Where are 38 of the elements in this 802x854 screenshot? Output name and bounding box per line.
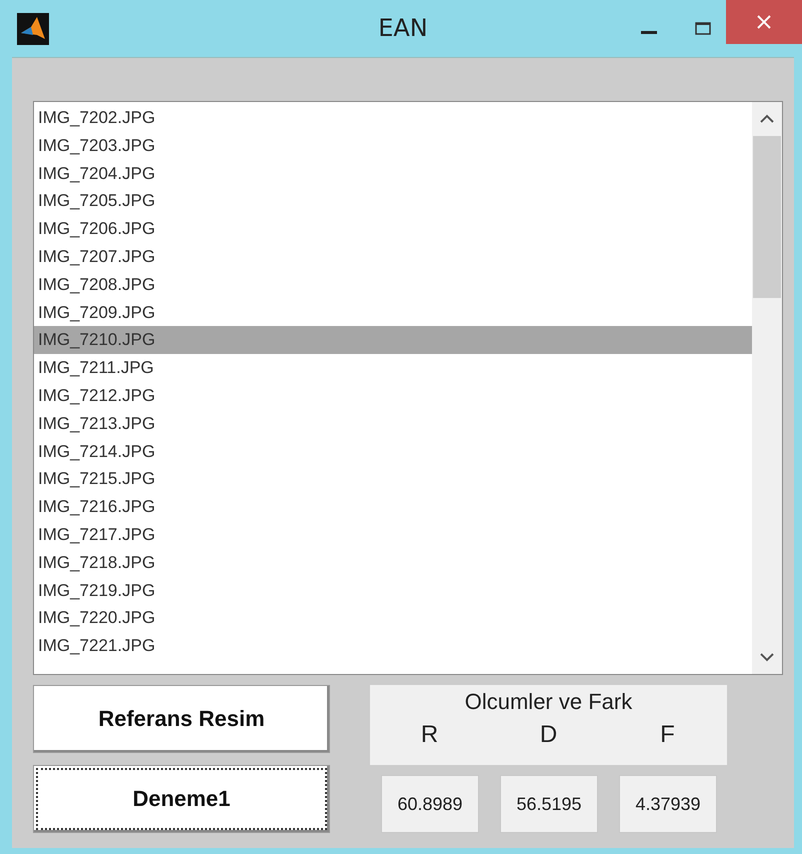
file-list-item[interactable]: IMG_7214.JPG bbox=[34, 438, 752, 466]
file-list-item[interactable]: IMG_7215.JPG bbox=[34, 465, 752, 494]
close-icon bbox=[755, 13, 773, 31]
file-list-item[interactable]: IMG_7218.JPG bbox=[34, 548, 752, 577]
file-list-item[interactable]: IMG_7211.JPG bbox=[34, 354, 752, 382]
value-field: 60.8989 bbox=[381, 775, 479, 833]
push-button[interactable]: Deneme1 bbox=[33, 765, 330, 833]
scroll-down-icon[interactable] bbox=[759, 652, 775, 662]
file-list-item[interactable]: IMG_7208.JPG bbox=[34, 270, 752, 299]
push-button[interactable]: Referans Resim bbox=[33, 685, 330, 753]
value-field: 4.37939 bbox=[619, 775, 717, 833]
file-list-item[interactable]: IMG_7212.JPG bbox=[34, 382, 752, 410]
file-list-item[interactable]: IMG_7217.JPG bbox=[34, 520, 752, 549]
file-list-item[interactable]: IMG_7220.JPG bbox=[34, 604, 752, 632]
app-icon bbox=[17, 12, 49, 44]
file-list-item[interactable]: IMG_7204.JPG bbox=[34, 160, 752, 188]
file-list-item[interactable]: IMG_7207.JPG bbox=[34, 242, 752, 271]
file-list-item[interactable]: IMG_7205.JPG bbox=[34, 187, 752, 216]
column-label: D bbox=[538, 721, 558, 749]
file-list-item[interactable]: IMG_7206.JPG bbox=[34, 215, 752, 243]
file-list-item[interactable]: IMG_7203.JPG bbox=[34, 132, 752, 160]
file-list[interactable] bbox=[33, 101, 783, 675]
value-field: 56.5195 bbox=[500, 775, 598, 833]
file-list-item[interactable]: IMG_7210.JPG bbox=[34, 326, 752, 354]
file-list-item[interactable]: IMG_7216.JPG bbox=[34, 493, 752, 521]
file-list-item[interactable]: IMG_7202.JPG bbox=[34, 104, 752, 132]
file-list-item[interactable]: IMG_7219.JPG bbox=[34, 576, 752, 604]
column-label: F bbox=[659, 721, 676, 749]
file-list-item[interactable]: IMG_7221.JPG bbox=[34, 632, 752, 660]
file-list-item[interactable]: IMG_7209.JPG bbox=[34, 298, 752, 326]
maximize-icon[interactable] bbox=[693, 20, 713, 36]
panel-title: Olcumler ve Fark bbox=[464, 689, 632, 715]
scrollbar[interactable] bbox=[752, 102, 782, 674]
scrollbar-thumb[interactable] bbox=[753, 136, 781, 298]
window-title: EAN bbox=[377, 14, 429, 42]
scroll-up-icon[interactable] bbox=[759, 114, 775, 124]
file-list-item[interactable]: IMG_7213.JPG bbox=[34, 410, 752, 438]
column-label: R bbox=[420, 721, 440, 749]
